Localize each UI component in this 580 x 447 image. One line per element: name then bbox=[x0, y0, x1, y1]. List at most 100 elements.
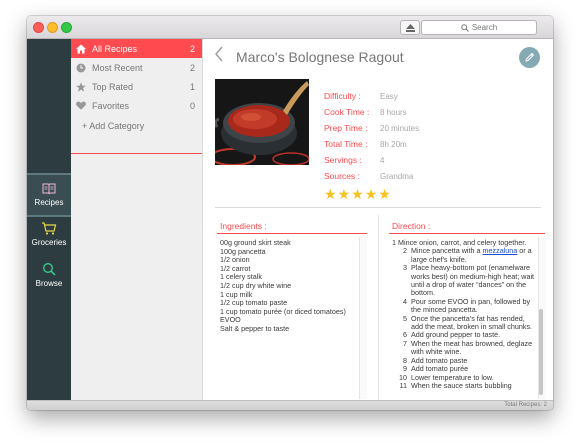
cook-time-label: Cook Time : bbox=[324, 107, 370, 117]
recipe-detail: Marco's Bolognese Ragout Difficulty : Ea… bbox=[203, 39, 553, 400]
direction-step-number: 3 bbox=[403, 263, 407, 273]
column-divider bbox=[378, 215, 379, 400]
pencil-icon bbox=[525, 52, 535, 62]
category-label: Most Recent bbox=[92, 62, 143, 73]
category-count: 0 bbox=[189, 100, 195, 111]
prep-time-value: 20 minutes bbox=[380, 124, 420, 133]
rating-star-icon[interactable]: ★ bbox=[365, 187, 378, 201]
category-all-recipes[interactable]: All Recipes 2 bbox=[71, 39, 202, 58]
ingredient-item: Salt & pepper to taste bbox=[220, 323, 290, 333]
rating-star-icon[interactable]: ★ bbox=[338, 187, 351, 201]
direction-step-text: When the sauce starts bubbling bbox=[411, 380, 512, 390]
rating-stars[interactable]: ★ ★ ★ ★ ★ bbox=[324, 187, 391, 201]
direction-step-text: When the meat has browned, deglaze with … bbox=[411, 338, 533, 357]
nav-groceries[interactable]: Groceries bbox=[27, 214, 71, 254]
nav-groceries-label: Groceries bbox=[31, 237, 67, 247]
rating-star-icon[interactable]: ★ bbox=[324, 187, 337, 201]
directions-list[interactable]: 1 Mince onion, carrot, and celery togeth… bbox=[392, 239, 538, 399]
category-count: 2 bbox=[189, 43, 195, 54]
sources-label: Sources : bbox=[324, 171, 360, 181]
direction-step-number: 7 bbox=[403, 338, 407, 348]
recipe-photo bbox=[215, 79, 309, 165]
mezzaluna-link[interactable]: mezzaluna bbox=[483, 246, 518, 255]
direction-step-number: 11 bbox=[399, 380, 407, 390]
direction-step-number: 6 bbox=[403, 330, 407, 340]
direction-step: 5 Once the pancetta’s fat has rended, add… bbox=[392, 313, 538, 332]
ingredients-scrollbar[interactable] bbox=[359, 237, 367, 399]
sources-value: Grandma bbox=[380, 172, 414, 181]
direction-step-number: 5 bbox=[403, 313, 407, 323]
direction-step: 4 Pour some EVOO in pan, followed by the … bbox=[392, 296, 538, 315]
clock-icon bbox=[76, 63, 86, 73]
heart-icon bbox=[76, 101, 86, 110]
add-category-button[interactable]: + Add Category bbox=[71, 116, 202, 135]
direction-step: 2 Mince pancetta with a mezzaluna or a l… bbox=[392, 247, 538, 264]
direction-step-number: 8 bbox=[403, 355, 407, 365]
total-time-value: 8h 20m bbox=[380, 140, 407, 149]
cart-icon bbox=[42, 221, 57, 235]
direction-step-number: 4 bbox=[403, 296, 407, 306]
close-window-button[interactable] bbox=[33, 22, 44, 33]
direction-step-text: Place heavy-bottom pot (enamelware works… bbox=[411, 263, 535, 298]
category-separator bbox=[71, 153, 202, 154]
direction-step-text: Pour some EVOO in pan, followed by the m… bbox=[411, 296, 531, 315]
search-icon bbox=[43, 263, 56, 276]
directions-title: Direction : bbox=[392, 221, 431, 231]
direction-steps-rest: 3 Place heavy-bottom pot (enamelware work… bbox=[392, 264, 538, 390]
direction-step-text: Once the pancetta’s fat has rended, add … bbox=[411, 313, 533, 332]
zoom-window-button[interactable] bbox=[61, 22, 72, 33]
directions-scroll-thumb[interactable] bbox=[539, 309, 543, 395]
chevron-left-icon bbox=[215, 46, 223, 62]
category-label: Favorites bbox=[92, 100, 130, 111]
nav-browse[interactable]: Browse bbox=[27, 255, 71, 295]
total-time-label: Total Time : bbox=[324, 139, 368, 149]
difficulty-label: Difficulty : bbox=[324, 91, 361, 101]
cook-time-value: 8 hours bbox=[380, 108, 407, 117]
minimize-window-button[interactable] bbox=[47, 22, 58, 33]
category-most-recent[interactable]: Most Recent 2 bbox=[71, 58, 202, 77]
direction-step: 7 When the meat has browned, deglaze with… bbox=[392, 338, 538, 357]
status-text: Total Recipes: 2 bbox=[504, 402, 547, 408]
category-top-rated[interactable]: Top Rated 1 bbox=[71, 77, 202, 96]
direction-step-text: Mince pancetta with a mezzaluna or a lar… bbox=[411, 247, 538, 264]
edit-button[interactable] bbox=[519, 47, 540, 68]
add-category-label: + Add Category bbox=[82, 120, 145, 131]
back-button[interactable] bbox=[214, 46, 224, 67]
ingredients-underline bbox=[217, 233, 367, 234]
ingredients-title: Ingredients : bbox=[220, 221, 267, 231]
rating-star-icon[interactable]: ★ bbox=[351, 187, 364, 201]
eject-icon bbox=[405, 23, 415, 32]
directions-underline bbox=[389, 233, 545, 234]
status-bar: Total Recipes: 2 bbox=[27, 400, 553, 410]
direction-step: 11 When the sauce starts bubbling bbox=[392, 380, 538, 390]
prep-time-label: Prep Time : bbox=[324, 123, 368, 133]
title-bar: Search bbox=[27, 16, 553, 39]
difficulty-value: Easy bbox=[380, 92, 398, 101]
book-icon bbox=[42, 183, 56, 195]
servings-value: 4 bbox=[380, 156, 385, 165]
nav-recipes-label: Recipes bbox=[34, 198, 64, 207]
recipe-title: Marco's Bolognese Ragout bbox=[236, 49, 404, 65]
star-icon bbox=[76, 81, 86, 92]
app-window: Search Recipes Groceries Browse All Reci… bbox=[27, 16, 553, 410]
ingredients-list[interactable]: 00g ground skirt steak 100g pancetta 1/2 o… bbox=[220, 238, 360, 334]
category-count: 2 bbox=[189, 62, 195, 73]
rating-star-icon[interactable]: ★ bbox=[378, 187, 391, 201]
category-favorites[interactable]: Favorites 0 bbox=[71, 96, 202, 115]
section-divider bbox=[215, 207, 541, 208]
category-label: Top Rated bbox=[92, 81, 134, 92]
direction-step-number: 2 bbox=[403, 246, 407, 256]
left-navigation-bar: Recipes Groceries Browse bbox=[27, 39, 71, 400]
category-count: 1 bbox=[189, 81, 195, 92]
category-panel: All Recipes 2 Most Recent 2 Top Rated 1 … bbox=[71, 39, 203, 400]
search-placeholder: Search bbox=[471, 23, 498, 32]
nav-recipes[interactable]: Recipes bbox=[27, 173, 71, 217]
eject-button[interactable] bbox=[400, 20, 420, 35]
ingredient-item: 1 cup tomato purée (or diced tomatoes) bbox=[220, 306, 346, 316]
magnifier-icon bbox=[461, 23, 469, 32]
search-field[interactable]: Search bbox=[421, 20, 537, 35]
direction-step: 3 Place heavy-bottom pot (enamelware work… bbox=[392, 264, 538, 298]
home-icon bbox=[76, 44, 86, 54]
nav-browse-label: Browse bbox=[35, 279, 63, 288]
servings-label: Servings : bbox=[324, 155, 362, 165]
